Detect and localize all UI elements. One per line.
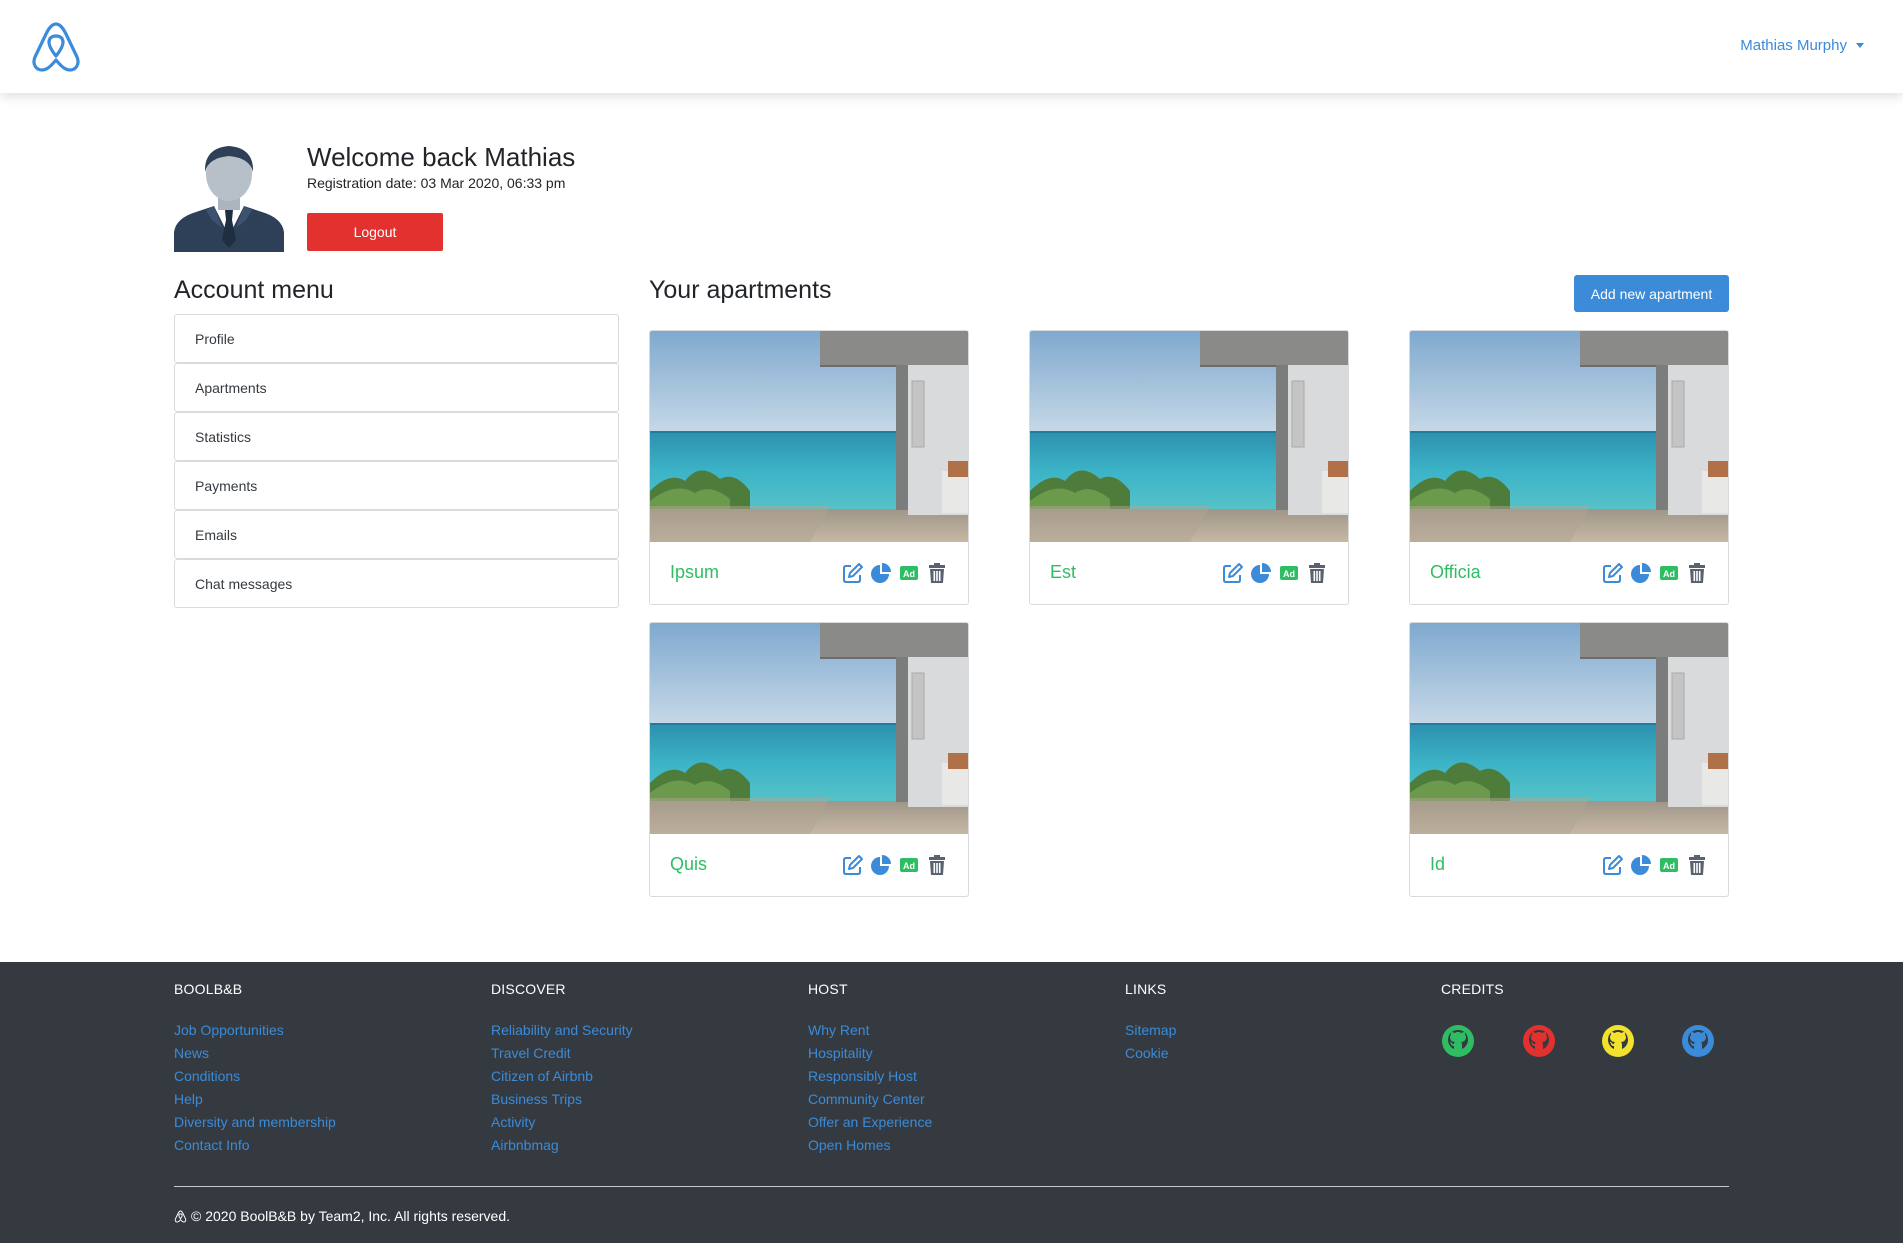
user-avatar xyxy=(174,146,284,252)
footer-link[interactable]: News xyxy=(174,1042,336,1065)
menu-item-statistics[interactable]: Statistics xyxy=(174,412,619,461)
apartment-name[interactable]: Ipsum xyxy=(670,562,842,583)
user-name: Mathias Murphy xyxy=(1740,37,1847,54)
welcome-heading: Welcome back Mathias xyxy=(307,142,576,172)
statistics-icon[interactable] xyxy=(1250,562,1272,584)
github-icon[interactable] xyxy=(1681,1024,1715,1058)
footer-heading: CREDITS xyxy=(1441,981,1504,997)
footer-link[interactable]: Job Opportunities xyxy=(174,1019,336,1042)
apartment-card: Ipsum Ad xyxy=(649,330,969,605)
footer-column-credits: CREDITS xyxy=(1441,981,1504,1019)
footer-divider xyxy=(174,1186,1729,1187)
logout-button[interactable]: Logout xyxy=(307,213,443,251)
footer-link[interactable]: Reliability and Security xyxy=(491,1019,633,1042)
sponsor-ad-icon[interactable]: Ad xyxy=(1658,854,1680,876)
sponsor-ad-icon[interactable]: Ad xyxy=(898,854,920,876)
apartments-title: Your apartments xyxy=(649,276,832,304)
footer-link[interactable]: Cookie xyxy=(1125,1042,1176,1065)
statistics-icon[interactable] xyxy=(1630,854,1652,876)
trash-icon[interactable] xyxy=(1686,562,1708,584)
footer-heading: BOOLB&B xyxy=(174,981,243,997)
apartment-photo[interactable] xyxy=(1410,331,1728,542)
footer-heading: HOST xyxy=(808,981,848,997)
sponsor-ad-icon[interactable]: Ad xyxy=(1658,562,1680,584)
statistics-icon[interactable] xyxy=(870,562,892,584)
edit-icon[interactable] xyxy=(1602,562,1624,584)
trash-icon[interactable] xyxy=(926,854,948,876)
sponsor-ad-icon[interactable]: Ad xyxy=(1278,562,1300,584)
github-icon[interactable] xyxy=(1601,1024,1635,1058)
registration-date: Registration date: 03 Mar 2020, 06:33 pm xyxy=(307,175,566,191)
footer-column-discover: DISCOVER Reliability and Security Travel… xyxy=(491,981,633,1157)
footer-link[interactable]: Business Trips xyxy=(491,1088,633,1111)
footer-link[interactable]: Help xyxy=(174,1088,336,1111)
copyright: © 2020 BoolB&B by Team2, Inc. All rights… xyxy=(174,1208,510,1224)
footer-column-host: HOST Why Rent Hospitality Responsibly Ho… xyxy=(808,981,932,1157)
footer-link[interactable]: Responsibly Host xyxy=(808,1065,932,1088)
apartment-name[interactable]: Est xyxy=(1050,562,1222,583)
apartment-name[interactable]: Officia xyxy=(1430,562,1602,583)
edit-icon[interactable] xyxy=(842,562,864,584)
airbnb-logo-icon xyxy=(174,1209,187,1223)
footer-column-links: LINKS Sitemap Cookie xyxy=(1125,981,1176,1065)
apartment-card: Officia Ad xyxy=(1409,330,1729,605)
apartment-card: Est Ad xyxy=(1029,330,1349,605)
apartment-card: Id Ad xyxy=(1409,622,1729,897)
footer-link[interactable]: Citizen of Airbnb xyxy=(491,1065,633,1088)
apartment-photo[interactable] xyxy=(1410,623,1728,834)
apartment-card: Quis Ad xyxy=(649,622,969,897)
footer-link[interactable]: Open Homes xyxy=(808,1134,932,1157)
svg-text:Ad: Ad xyxy=(903,569,915,579)
apartment-name[interactable]: Quis xyxy=(670,854,842,875)
user-dropdown[interactable]: Mathias Murphy xyxy=(1740,37,1864,54)
menu-item-profile[interactable]: Profile xyxy=(174,314,619,363)
apartment-photo[interactable] xyxy=(650,623,968,834)
trash-icon[interactable] xyxy=(1686,854,1708,876)
footer-link[interactable]: Diversity and membership xyxy=(174,1111,336,1134)
add-apartment-button[interactable]: Add new apartment xyxy=(1574,275,1729,312)
edit-icon[interactable] xyxy=(1222,562,1244,584)
footer-link[interactable]: Contact Info xyxy=(174,1134,336,1157)
svg-text:Ad: Ad xyxy=(1283,569,1295,579)
apartment-name[interactable]: Id xyxy=(1430,854,1602,875)
chevron-down-icon xyxy=(1856,43,1864,48)
footer-heading: DISCOVER xyxy=(491,981,566,997)
footer-link[interactable]: Sitemap xyxy=(1125,1019,1176,1042)
footer-heading: LINKS xyxy=(1125,981,1167,997)
apartment-photo[interactable] xyxy=(650,331,968,542)
statistics-icon[interactable] xyxy=(870,854,892,876)
svg-text:Ad: Ad xyxy=(1663,569,1675,579)
edit-icon[interactable] xyxy=(842,854,864,876)
top-navbar: Mathias Murphy xyxy=(0,0,1903,93)
footer-column-boolbb: BOOLB&B Job Opportunities News Condition… xyxy=(174,981,336,1157)
edit-icon[interactable] xyxy=(1602,854,1624,876)
footer-link[interactable]: Offer an Experience xyxy=(808,1111,932,1134)
statistics-icon[interactable] xyxy=(1630,562,1652,584)
menu-item-apartments[interactable]: Apartments xyxy=(174,363,619,412)
svg-text:Ad: Ad xyxy=(1663,861,1675,871)
github-icon[interactable] xyxy=(1522,1024,1556,1058)
site-footer: BOOLB&B Job Opportunities News Condition… xyxy=(0,962,1903,1243)
sponsor-ad-icon[interactable]: Ad xyxy=(898,562,920,584)
account-menu: Profile Apartments Statistics Payments E… xyxy=(174,314,619,608)
menu-item-payments[interactable]: Payments xyxy=(174,461,619,510)
footer-link[interactable]: Hospitality xyxy=(808,1042,932,1065)
menu-item-emails[interactable]: Emails xyxy=(174,510,619,559)
footer-link[interactable]: Why Rent xyxy=(808,1019,932,1042)
menu-item-chat-messages[interactable]: Chat messages xyxy=(174,559,619,608)
trash-icon[interactable] xyxy=(926,562,948,584)
svg-text:Ad: Ad xyxy=(903,861,915,871)
footer-link[interactable]: Community Center xyxy=(808,1088,932,1111)
apartment-photo[interactable] xyxy=(1030,331,1348,542)
footer-link[interactable]: Airbnbmag xyxy=(491,1134,633,1157)
footer-link[interactable]: Travel Credit xyxy=(491,1042,633,1065)
trash-icon[interactable] xyxy=(1306,562,1328,584)
github-icon[interactable] xyxy=(1441,1024,1475,1058)
footer-link[interactable]: Activity xyxy=(491,1111,633,1134)
airbnb-logo-icon[interactable] xyxy=(30,20,82,74)
account-menu-title: Account menu xyxy=(174,276,334,304)
copyright-text: © 2020 BoolB&B by Team2, Inc. All rights… xyxy=(191,1208,510,1224)
footer-link[interactable]: Conditions xyxy=(174,1065,336,1088)
